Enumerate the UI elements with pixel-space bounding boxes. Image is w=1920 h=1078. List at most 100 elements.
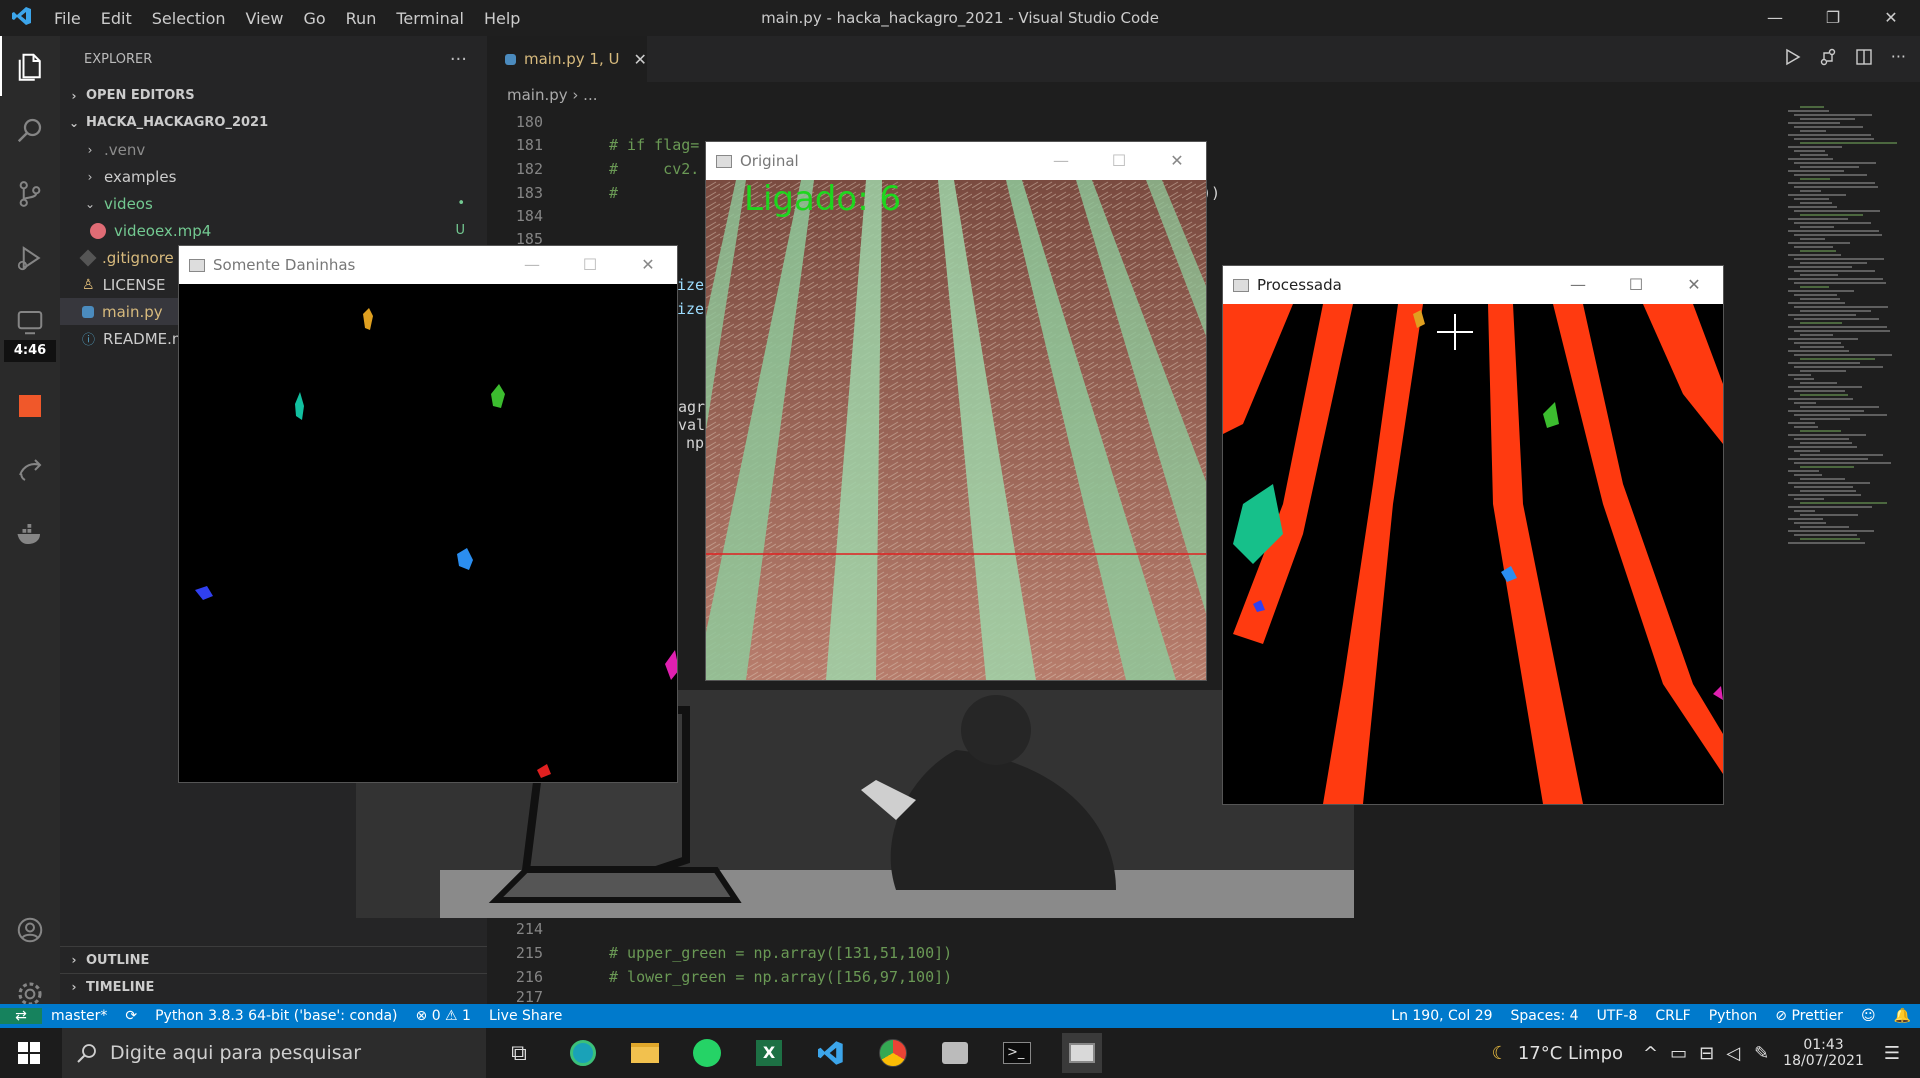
- clock[interactable]: 01:43 18/07/2021: [1783, 1037, 1864, 1069]
- menu-file[interactable]: File: [44, 9, 91, 28]
- volume-icon[interactable]: ◁: [1726, 1043, 1740, 1064]
- line-endings[interactable]: CRLF: [1646, 1008, 1699, 1024]
- timeline-section[interactable]: › TIMELINE: [60, 973, 487, 1000]
- maximize-button[interactable]: ☐: [1607, 266, 1665, 304]
- menu-selection[interactable]: Selection: [142, 9, 236, 28]
- source-control-icon[interactable]: [0, 164, 60, 224]
- code-line[interactable]: # lower_green = np.array([156,97,100]): [609, 968, 952, 986]
- menu-go[interactable]: Go: [293, 9, 335, 28]
- python-interpreter[interactable]: Python 3.8.3 64-bit ('base': conda): [146, 1008, 406, 1024]
- code-line[interactable]: # cv2.: [609, 160, 699, 178]
- taskbar-search[interactable]: Digite aqui para pesquisar: [62, 1028, 486, 1078]
- window-titlebar[interactable]: Somente Daninhas — ☐ ✕: [179, 246, 677, 284]
- menu-view[interactable]: View: [236, 9, 294, 28]
- outline-section[interactable]: › OUTLINE: [60, 946, 487, 973]
- minimap-line: [1794, 390, 1845, 392]
- minimap-line: [1794, 378, 1814, 380]
- open-editors-section[interactable]: › OPEN EDITORS: [60, 82, 487, 109]
- close-button[interactable]: ✕: [1862, 0, 1920, 36]
- window-somente-daninhas[interactable]: Somente Daninhas — ☐ ✕: [179, 246, 677, 782]
- tree-item-videoex[interactable]: videoex.mp4 U: [60, 217, 487, 244]
- close-button[interactable]: ✕: [1148, 142, 1206, 180]
- indentation[interactable]: Spaces: 4: [1502, 1008, 1588, 1024]
- menu-run[interactable]: Run: [336, 9, 387, 28]
- opencv-window-icon[interactable]: [1062, 1033, 1102, 1073]
- code-line[interactable]: #: [609, 184, 618, 202]
- show-hidden-icons-icon[interactable]: ^: [1643, 1043, 1658, 1064]
- account-icon[interactable]: [0, 900, 60, 960]
- docker-icon[interactable]: [0, 504, 60, 564]
- explorer-icon[interactable]: [0, 36, 60, 96]
- minimap-line: [1800, 298, 1840, 300]
- encoding[interactable]: UTF-8: [1588, 1008, 1647, 1024]
- feedback-icon[interactable]: ☺: [1852, 1008, 1885, 1024]
- more-actions-icon[interactable]: ···: [450, 49, 467, 70]
- notifications-bell-icon[interactable]: 🔔: [1885, 1008, 1920, 1024]
- vscode-taskbar-icon[interactable]: [814, 1036, 848, 1070]
- minimize-button[interactable]: —: [503, 246, 561, 284]
- minimap-line: [1800, 490, 1856, 492]
- code-line[interactable]: # upper_green = np.array([131,51,100]): [609, 944, 952, 962]
- remote-indicator[interactable]: ⇄: [0, 1008, 42, 1024]
- menu-edit[interactable]: Edit: [91, 9, 142, 28]
- tree-item-venv[interactable]: › .venv: [60, 136, 487, 163]
- close-button[interactable]: ✕: [1665, 266, 1723, 304]
- sync-icon[interactable]: ⟳: [116, 1008, 146, 1024]
- project-section[interactable]: ⌄ HACKA_HACKAGRO_2021: [60, 109, 487, 136]
- task-view-icon[interactable]: ⧉: [502, 1036, 536, 1070]
- git-branch[interactable]: master*: [42, 1008, 116, 1024]
- menu-terminal[interactable]: Terminal: [386, 9, 474, 28]
- compare-changes-icon[interactable]: [1819, 48, 1837, 66]
- network-icon[interactable]: ⊟: [1699, 1043, 1714, 1064]
- window-titlebar[interactable]: Processada — ☐ ✕: [1223, 266, 1723, 304]
- minimap[interactable]: [1788, 106, 1908, 586]
- notification-center-icon[interactable]: ☰: [1884, 1043, 1900, 1064]
- minimap-line: [1794, 282, 1886, 284]
- weather-text[interactable]: 17°C Limpo: [1518, 1043, 1623, 1064]
- split-editor-icon[interactable]: [1855, 48, 1873, 66]
- prettier-status[interactable]: ⊘ Prettier: [1766, 1008, 1852, 1024]
- extension-icon[interactable]: [0, 376, 60, 436]
- pen-icon[interactable]: ✎: [1754, 1043, 1769, 1064]
- whatsapp-icon[interactable]: [690, 1036, 724, 1070]
- problems-counter[interactable]: ⊗ 0 ⚠ 1: [407, 1008, 480, 1024]
- close-button[interactable]: ✕: [619, 246, 677, 284]
- minimize-button[interactable]: —: [1746, 0, 1804, 36]
- window-processada[interactable]: Processada — ☐ ✕: [1223, 266, 1723, 804]
- minimap-line: [1788, 362, 1860, 364]
- tree-item-videos[interactable]: ⌄ videos •: [60, 190, 487, 217]
- language-mode[interactable]: Python: [1700, 1008, 1767, 1024]
- windows-start-icon[interactable]: [12, 1036, 46, 1070]
- run-file-icon[interactable]: [1783, 48, 1801, 66]
- menu-help[interactable]: Help: [474, 9, 530, 28]
- excel-icon[interactable]: X: [752, 1036, 786, 1070]
- maximize-button[interactable]: ❐: [1804, 0, 1862, 36]
- tab-main-py[interactable]: main.py 1, U ✕: [487, 36, 647, 82]
- tree-item-examples[interactable]: › examples: [60, 163, 487, 190]
- live-share-icon[interactable]: [0, 440, 60, 500]
- window-titlebar[interactable]: Original — ☐ ✕: [706, 142, 1206, 180]
- more-actions-icon[interactable]: ···: [1891, 48, 1906, 66]
- minimap-line: [1794, 474, 1822, 476]
- minimap-line: [1800, 454, 1883, 456]
- code-line[interactable]: # if flag=: [609, 136, 699, 154]
- live-share-button[interactable]: Live Share: [480, 1008, 571, 1024]
- chrome-icon[interactable]: [876, 1036, 910, 1070]
- window-title: Original: [740, 152, 799, 170]
- breadcrumb[interactable]: main.py › ...: [507, 86, 597, 104]
- minimize-button[interactable]: —: [1549, 266, 1607, 304]
- minimize-button[interactable]: —: [1032, 142, 1090, 180]
- battery-icon[interactable]: ▭: [1670, 1043, 1687, 1064]
- explorer-header: EXPLORER ···: [60, 36, 487, 82]
- maximize-button[interactable]: ☐: [561, 246, 619, 284]
- file-explorer-icon[interactable]: [628, 1036, 662, 1070]
- run-debug-icon[interactable]: [0, 228, 60, 288]
- app-icon[interactable]: [938, 1036, 972, 1070]
- edge-icon[interactable]: [566, 1036, 600, 1070]
- maximize-button[interactable]: ☐: [1090, 142, 1148, 180]
- terminal-icon[interactable]: >_: [1000, 1036, 1034, 1070]
- close-tab-icon[interactable]: ✕: [633, 50, 646, 69]
- search-icon[interactable]: [0, 100, 60, 160]
- cursor-position[interactable]: Ln 190, Col 29: [1382, 1008, 1501, 1024]
- window-original[interactable]: Original — ☐ ✕ Ligado: 6: [706, 142, 1206, 680]
